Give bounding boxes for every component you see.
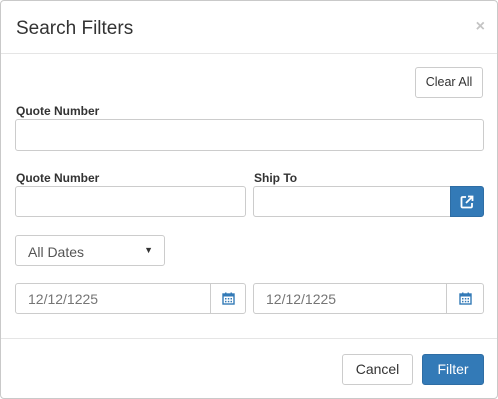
calendar-icon: [458, 292, 472, 305]
end-date-calendar-button[interactable]: [446, 283, 484, 314]
external-link-icon: [460, 195, 474, 209]
start-date-input[interactable]: [15, 283, 211, 314]
date-range-selected: All Dates: [28, 244, 85, 260]
quote-number-input[interactable]: [15, 186, 246, 217]
date-range-select[interactable]: All Dates ▼: [15, 235, 165, 266]
ship-to-label: Ship To: [254, 171, 298, 185]
cancel-button[interactable]: Cancel: [342, 354, 413, 385]
filter-button[interactable]: Filter: [422, 354, 484, 385]
calendar-icon: [221, 292, 235, 305]
quote-number-input-top[interactable]: [15, 119, 484, 151]
end-date-input[interactable]: [253, 283, 447, 314]
ship-to-input[interactable]: [253, 186, 451, 217]
caret-down-icon: ▼: [144, 245, 153, 255]
quote-number-label: Quote Number: [16, 171, 100, 185]
close-icon[interactable]: ×: [476, 17, 485, 37]
start-date-calendar-button[interactable]: [210, 283, 246, 314]
dialog-header: Search Filters ×: [1, 1, 497, 54]
dialog-footer: Cancel Filter: [1, 338, 497, 398]
clear-all-button[interactable]: Clear All: [415, 67, 483, 98]
quote-number-label-top: Quote Number: [16, 104, 100, 118]
search-filters-dialog: Search Filters × Clear All Quote Number …: [0, 0, 498, 399]
ship-to-lookup-button[interactable]: [450, 186, 484, 217]
dialog-title: Search Filters: [16, 18, 134, 39]
